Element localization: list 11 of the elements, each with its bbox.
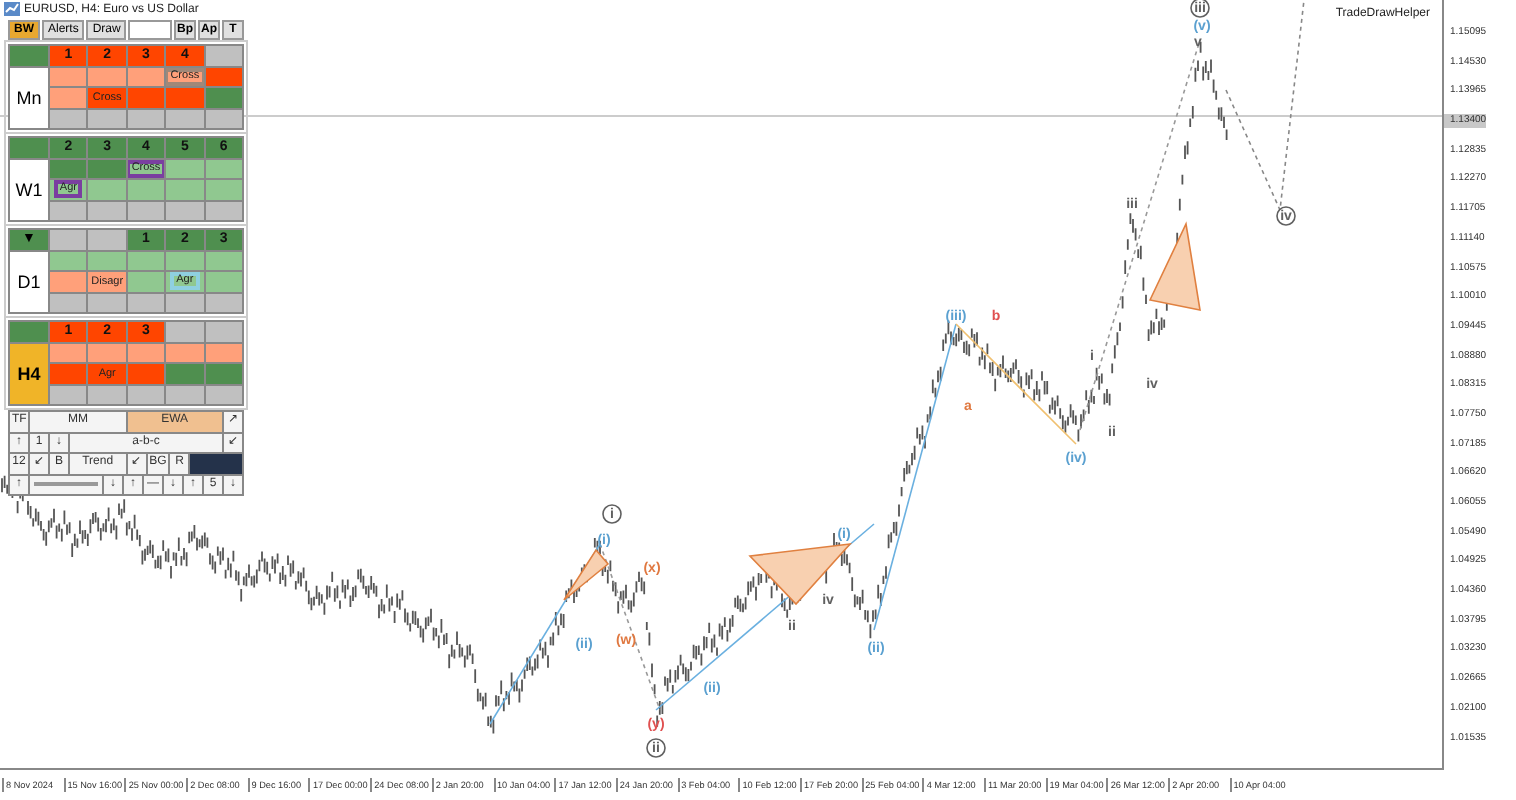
chart-icon	[4, 2, 20, 16]
color-swatch[interactable]	[190, 454, 243, 473]
triangle-drawing	[748, 542, 852, 606]
input-field[interactable]	[128, 20, 172, 40]
triangle-drawing	[563, 548, 610, 601]
timeframe-label: H4	[10, 343, 48, 404]
timeframe-label: W1	[10, 159, 48, 220]
timeframe-label: D1	[10, 251, 48, 312]
slider-bar[interactable]	[30, 475, 102, 494]
triangle-drawing	[1148, 221, 1201, 311]
timeframe-label: Mn	[10, 67, 48, 128]
